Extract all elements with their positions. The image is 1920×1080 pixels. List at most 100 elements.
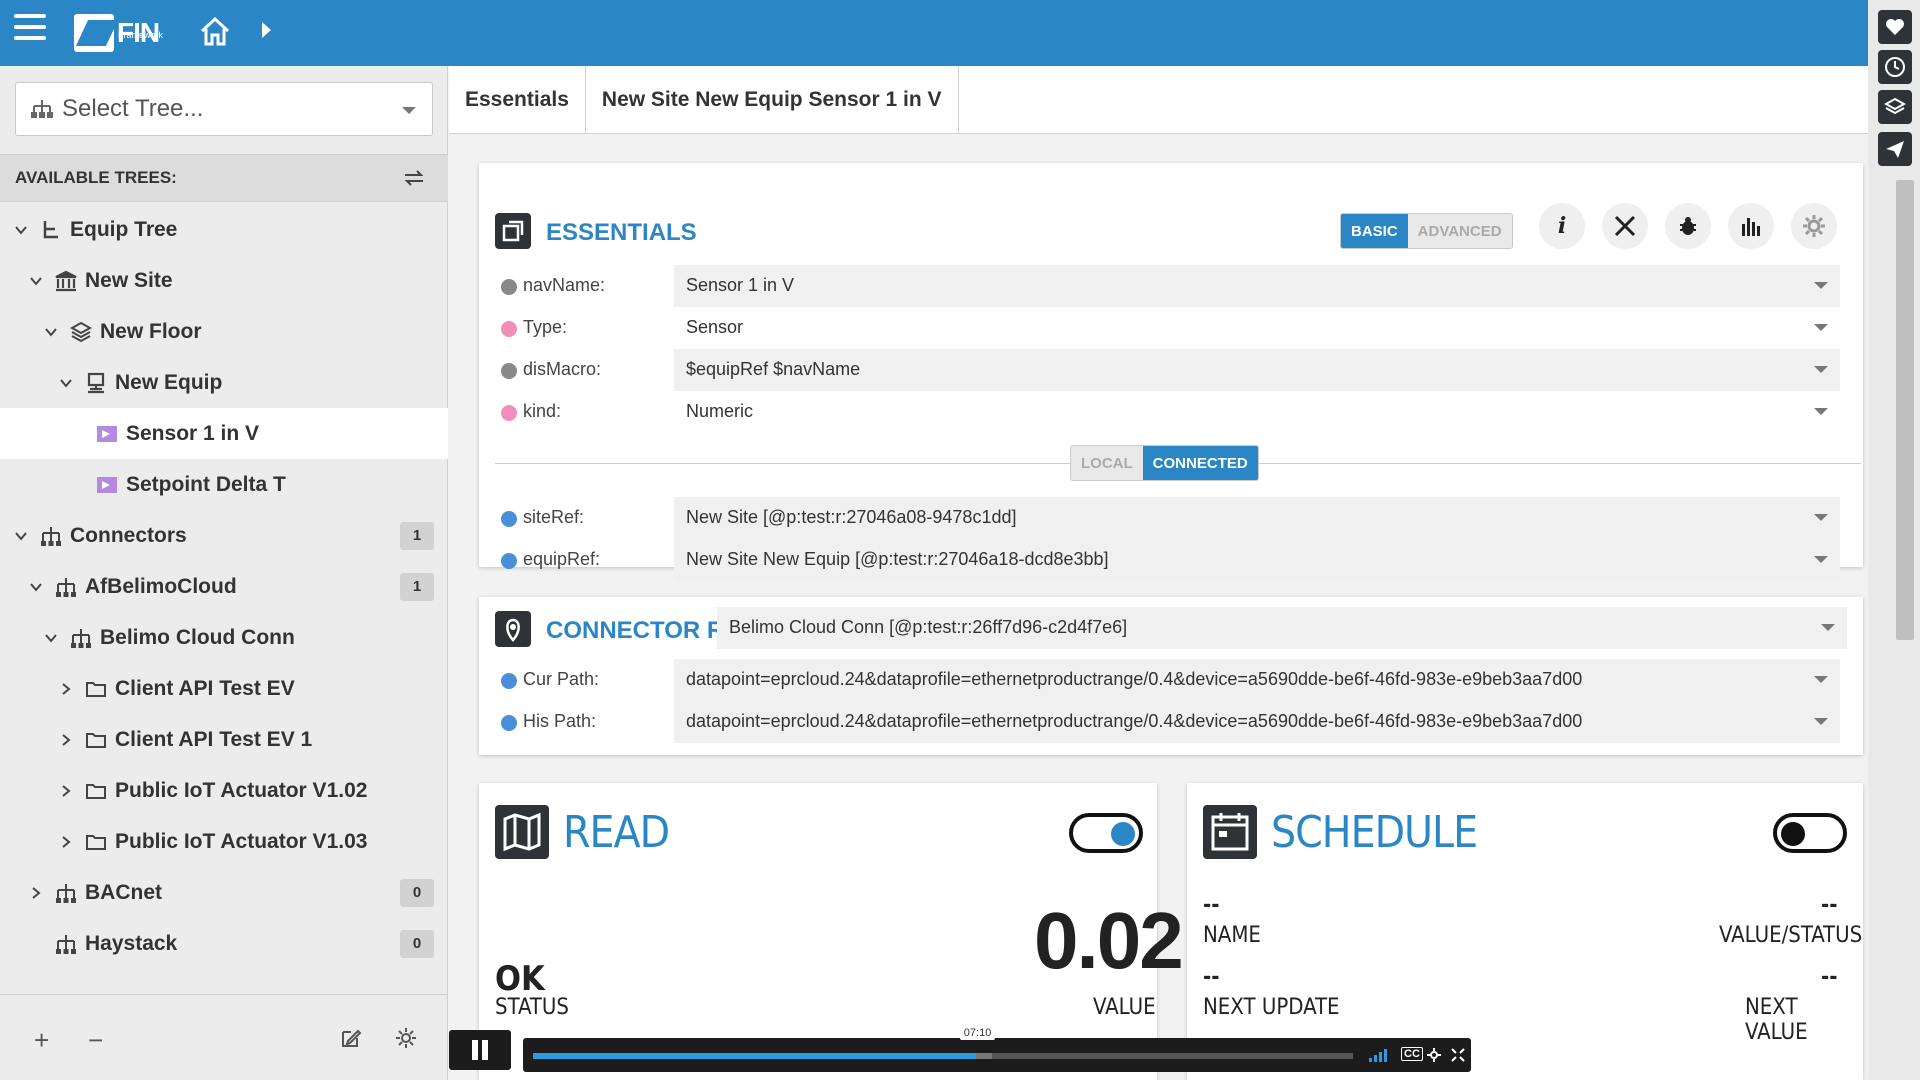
tree-item-label: New Equip bbox=[115, 370, 223, 394]
chevron-down-icon[interactable] bbox=[1814, 718, 1828, 725]
field-value-text: Sensor bbox=[686, 317, 744, 337]
top-bar: FIN Framework bbox=[0, 0, 1920, 66]
settings-gear-icon[interactable] bbox=[1427, 1048, 1441, 1062]
field-navname: navName: Sensor 1 in V bbox=[479, 265, 1869, 307]
chevron-down-icon[interactable] bbox=[1814, 556, 1828, 563]
type-select[interactable]: Sensor bbox=[674, 307, 1840, 349]
volume-icon[interactable] bbox=[1369, 1048, 1391, 1062]
tree-item-client-api-test-ev[interactable]: Client API Test EV bbox=[0, 663, 448, 714]
chevron-down-icon[interactable] bbox=[44, 325, 58, 339]
tree-item-public-iot-actuator-v102[interactable]: Public IoT Actuator V1.02 bbox=[0, 765, 448, 816]
tree-item-label: Public IoT Actuator V1.02 bbox=[115, 778, 368, 802]
captions-icon[interactable]: CC bbox=[1401, 1047, 1423, 1061]
fullscreen-icon[interactable] bbox=[1451, 1048, 1465, 1062]
tree-item-label: AfBelimoCloud bbox=[85, 574, 237, 598]
chevron-down-icon[interactable] bbox=[1814, 514, 1828, 521]
read-enable-toggle[interactable] bbox=[1069, 813, 1143, 853]
local-button[interactable]: LOCAL bbox=[1071, 446, 1143, 480]
field-value-text: datapoint=eprcloud.24&dataprofile=ethern… bbox=[686, 669, 1583, 689]
layers-icon[interactable] bbox=[1878, 90, 1912, 124]
tree-item-public-iot-actuator-v103[interactable]: Public IoT Actuator V1.03 bbox=[0, 816, 448, 867]
remove-tree-button[interactable]: − bbox=[88, 1025, 103, 1056]
pause-button[interactable] bbox=[449, 1030, 511, 1070]
chevron-down-icon[interactable] bbox=[14, 529, 28, 543]
basic-mode-button[interactable]: BASIC bbox=[1341, 214, 1408, 248]
home-icon[interactable] bbox=[198, 14, 232, 48]
tree-item-connectors[interactable]: Connectors 1 bbox=[0, 510, 448, 561]
tree-item-label: Belimo Cloud Conn bbox=[100, 625, 295, 649]
tools-icon[interactable] bbox=[1602, 203, 1648, 249]
tree-item-sensor-1-in-v[interactable]: Sensor 1 in V bbox=[0, 408, 448, 459]
info-icon[interactable]: i bbox=[1539, 203, 1585, 249]
tree-item-label: New Floor bbox=[100, 319, 202, 343]
progress-fill bbox=[533, 1053, 976, 1059]
toggle-knob bbox=[1111, 822, 1135, 846]
chevron-down-icon[interactable] bbox=[59, 376, 73, 390]
edit-icon[interactable] bbox=[340, 1027, 362, 1049]
status-dot bbox=[501, 511, 517, 527]
chevron-right-icon[interactable] bbox=[59, 835, 73, 849]
chevron-down-icon[interactable] bbox=[14, 223, 28, 237]
connector-ref-select[interactable]: Belimo Cloud Conn [@p:test:r:26ff7d96-c2… bbox=[717, 607, 1847, 649]
tree-item-belimo-cloud-conn[interactable]: Belimo Cloud Conn bbox=[0, 612, 448, 663]
menu-icon[interactable] bbox=[14, 14, 46, 44]
tab-essentials[interactable]: Essentials bbox=[449, 66, 586, 134]
chevron-right-icon[interactable] bbox=[29, 886, 43, 900]
chevron-right-icon[interactable] bbox=[59, 733, 73, 747]
history-clock-icon[interactable] bbox=[1878, 50, 1912, 84]
tree-item-bacnet[interactable]: BACnet 0 bbox=[0, 867, 448, 918]
dismacro-input[interactable]: $equipRef $navName bbox=[674, 349, 1840, 391]
tree-item-new-floor[interactable]: New Floor bbox=[0, 306, 448, 357]
chevron-down-icon[interactable] bbox=[1814, 324, 1828, 331]
his-path-input[interactable]: datapoint=eprcloud.24&dataprofile=ethern… bbox=[674, 701, 1840, 743]
tab-sensor-record[interactable]: New Site New Equip Sensor 1 in V bbox=[586, 66, 959, 134]
calendar-icon bbox=[1203, 805, 1257, 859]
add-tree-button[interactable]: + bbox=[34, 1025, 49, 1056]
chevron-down-icon[interactable] bbox=[44, 631, 58, 645]
connected-button[interactable]: CONNECTED bbox=[1142, 446, 1258, 480]
chevron-down-icon[interactable] bbox=[1814, 408, 1828, 415]
status-dot bbox=[501, 405, 517, 421]
chevron-down-icon[interactable] bbox=[1814, 366, 1828, 373]
video-progress-bar[interactable]: 07:10 CC bbox=[523, 1026, 1471, 1072]
refresh-icon[interactable] bbox=[402, 167, 426, 189]
tree-item-setpoint-delta-t[interactable]: Setpoint Delta T bbox=[0, 459, 448, 510]
tree-item-client-api-test-ev-1[interactable]: Client API Test EV 1 bbox=[0, 714, 448, 765]
select-tree-dropdown[interactable]: Select Tree... bbox=[15, 82, 433, 136]
field-label: equipRef: bbox=[523, 549, 601, 569]
connector-icon bbox=[41, 526, 61, 546]
tree-item-new-site[interactable]: New Site bbox=[0, 255, 448, 306]
gear-icon[interactable] bbox=[395, 1027, 417, 1049]
content-scrollbar[interactable] bbox=[1896, 180, 1914, 640]
navname-input[interactable]: Sensor 1 in V bbox=[674, 265, 1840, 307]
status-dot bbox=[501, 673, 517, 689]
chevron-down-icon[interactable] bbox=[1821, 624, 1835, 631]
chevron-down-icon[interactable] bbox=[29, 580, 43, 594]
favorites-heart-icon[interactable] bbox=[1878, 10, 1912, 44]
tree-item-haystack[interactable]: Haystack 0 bbox=[0, 918, 448, 969]
basic-advanced-toggle[interactable]: BASIC ADVANCED bbox=[1340, 213, 1513, 249]
cur-path-input[interactable]: datapoint=eprcloud.24&dataprofile=ethern… bbox=[674, 659, 1840, 701]
chevron-down-icon[interactable] bbox=[29, 274, 43, 288]
chevron-right-icon[interactable] bbox=[59, 784, 73, 798]
tree-item-equip-tree[interactable]: Equip Tree bbox=[0, 204, 448, 255]
equipref-select[interactable]: New Site New Equip [@p:test:r:27046a18-d… bbox=[674, 539, 1840, 581]
tab-bar: Essentials New Site New Equip Sensor 1 i… bbox=[449, 66, 1868, 134]
chevron-down-icon[interactable] bbox=[1814, 282, 1828, 289]
chevron-down-icon[interactable] bbox=[1814, 676, 1828, 683]
local-connected-toggle[interactable]: LOCAL CONNECTED bbox=[1070, 445, 1259, 481]
advanced-mode-button[interactable]: ADVANCED bbox=[1407, 214, 1512, 248]
tree-item-afbelimocloud[interactable]: AfBelimoCloud 1 bbox=[0, 561, 448, 612]
bug-icon[interactable] bbox=[1665, 203, 1711, 249]
settings-gear-icon[interactable] bbox=[1791, 203, 1837, 249]
schedule-enable-toggle[interactable] bbox=[1773, 813, 1847, 853]
status-dot bbox=[501, 553, 517, 569]
siteref-select[interactable]: New Site [@p:test:r:27046a08-9478c1dd] bbox=[674, 497, 1840, 539]
chevron-right-icon[interactable] bbox=[59, 682, 73, 696]
tree-item-new-equip[interactable]: New Equip bbox=[0, 357, 448, 408]
send-paper-plane-icon[interactable] bbox=[1878, 132, 1912, 166]
chart-bar-icon[interactable] bbox=[1728, 203, 1774, 249]
connector-ref-card: CONNECTOR REF Belimo Cloud Conn [@p:test… bbox=[479, 597, 1863, 755]
kind-select[interactable]: Numeric bbox=[674, 391, 1840, 433]
forward-arrow-icon[interactable] bbox=[262, 22, 271, 38]
